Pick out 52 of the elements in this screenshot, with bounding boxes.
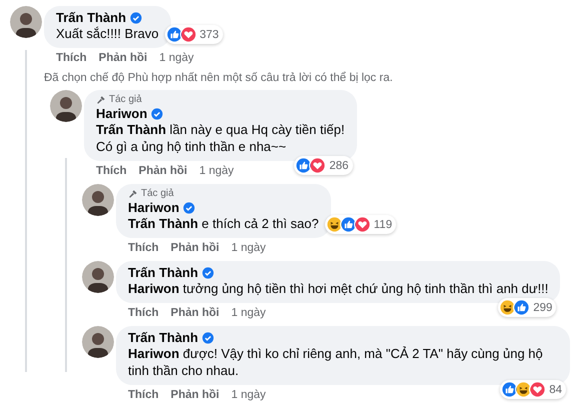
laughing-emoji-icon bbox=[326, 216, 343, 233]
verified-icon bbox=[183, 202, 196, 214]
comment-action[interactable]: Phản hồi bbox=[138, 164, 188, 178]
like-icon bbox=[501, 381, 518, 398]
comment-time[interactable]: 1 ngày bbox=[231, 306, 266, 320]
comment-text: Hariwon được! Vậy thì ko chỉ riêng anh, mà "CẢ 2 TA" hãy cùng ủng hộ tinh thần cho nhau. bbox=[128, 345, 544, 379]
laughing-emoji-icon bbox=[515, 381, 532, 398]
author-name[interactable]: Trấn Thành bbox=[56, 10, 126, 25]
heart-icon bbox=[309, 157, 326, 174]
comment-action[interactable]: Thích bbox=[96, 164, 127, 178]
reaction-badge[interactable]: 286 bbox=[294, 156, 353, 175]
comment-action[interactable]: Thích bbox=[128, 241, 159, 255]
reaction-badge[interactable]: 373 bbox=[164, 25, 223, 44]
comment-time[interactable]: 1 ngày bbox=[231, 241, 266, 255]
like-icon bbox=[513, 299, 530, 316]
comment-action[interactable]: Phản hồi bbox=[170, 388, 220, 402]
author-label: Tác giả bbox=[141, 188, 174, 200]
like-icon bbox=[166, 26, 183, 43]
verified-icon bbox=[130, 12, 142, 24]
comment-action[interactable]: Thích bbox=[128, 388, 159, 402]
author-name[interactable]: Trấn Thành bbox=[128, 330, 198, 345]
comment-text: Trấn Thành e thích cả 2 thì sao? bbox=[128, 215, 319, 232]
heart-icon bbox=[180, 26, 197, 43]
microphone-icon bbox=[96, 95, 106, 105]
author-name[interactable]: Trấn Thành bbox=[128, 265, 198, 280]
like-icon bbox=[295, 157, 312, 174]
heart-icon bbox=[529, 381, 546, 398]
comment-text: Xuất sắc!!!! Bravo bbox=[56, 25, 159, 42]
comment-text: Trấn Thành lần này e qua Hq cày tiền tiếp! Có gì a ủng hộ tinh thần e nha~~ bbox=[96, 121, 345, 155]
comment-time[interactable]: 1 ngày bbox=[199, 164, 234, 178]
verified-icon bbox=[151, 108, 164, 120]
comment-action[interactable]: Phản hồi bbox=[170, 241, 220, 255]
reaction-badge[interactable]: 299 bbox=[498, 298, 556, 317]
comment-action[interactable]: Phản hồi bbox=[170, 306, 220, 320]
verified-icon bbox=[202, 266, 214, 278]
comment-time[interactable]: 1 ngày bbox=[159, 51, 194, 65]
comment-text: Hariwon tưởng ủng hộ tiền thì hơi mệt chứ ủng hộ tinh thần thì anh dư!!! bbox=[128, 280, 548, 297]
author-name[interactable]: Hariwon bbox=[96, 106, 148, 121]
comment-time[interactable]: 1 ngày bbox=[231, 388, 266, 402]
comment-action[interactable]: Thích bbox=[128, 306, 159, 320]
comment-action[interactable]: Phản hồi bbox=[98, 51, 148, 65]
reaction-badge[interactable]: 84 bbox=[500, 380, 566, 399]
heart-icon bbox=[354, 216, 371, 233]
comment-action[interactable]: Thích bbox=[56, 51, 87, 65]
filter-notice: Đã chọn chế độ Phù hợp nhất nên một số câu trả lời có thể bị lọc ra. bbox=[44, 70, 393, 86]
author-name[interactable]: Hariwon bbox=[128, 200, 180, 215]
verified-icon bbox=[202, 332, 214, 344]
author-label: Tác giả bbox=[109, 94, 142, 106]
microphone-icon bbox=[128, 189, 138, 199]
laughing-emoji-icon bbox=[499, 299, 516, 316]
like-icon bbox=[340, 216, 357, 233]
reaction-badge[interactable]: 119 bbox=[324, 215, 396, 234]
